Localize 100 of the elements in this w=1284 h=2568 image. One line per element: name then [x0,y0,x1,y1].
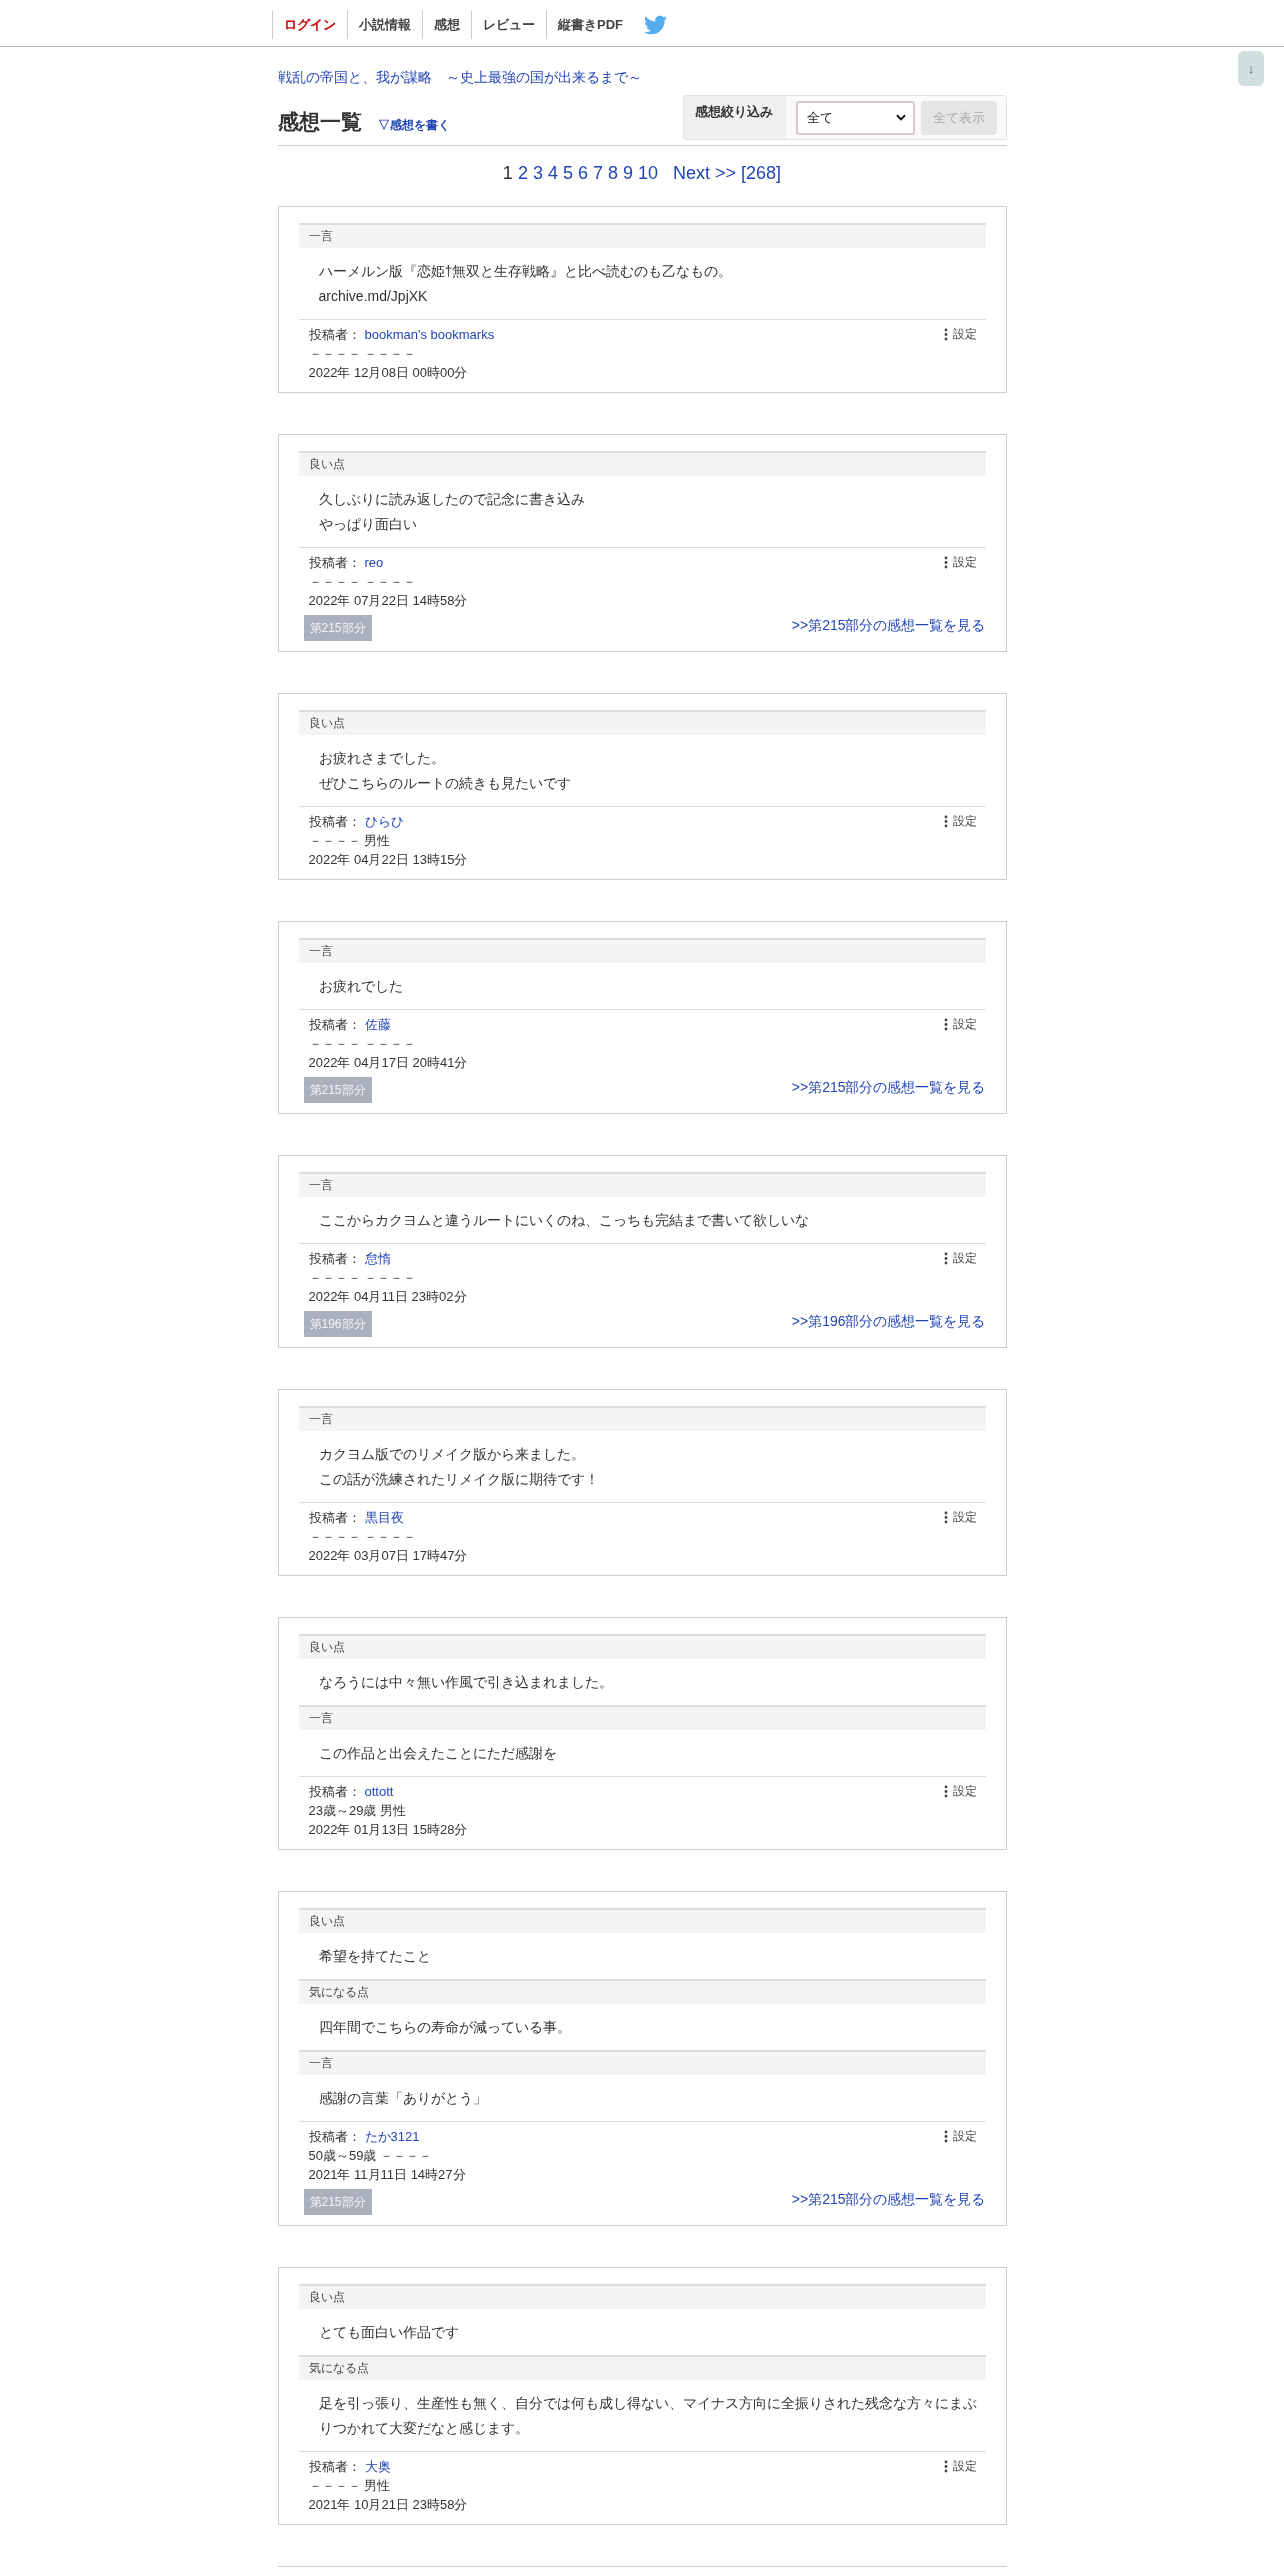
author-link[interactable]: ottott [364,1782,394,1801]
section-heading: 気になる点 [298,2355,986,2380]
episode-tag: 第196部分 [303,1311,372,1337]
page-link[interactable]: 8 [607,161,618,185]
profile-text: －－－－ －－－－ [308,1528,417,1546]
comment-text: 四年間でこちらの寿命が減っている事。 [318,2018,571,2037]
author-label: 投稿者： [308,1016,361,1034]
settings-button[interactable]: 設定 [943,1249,977,1268]
section-heading: 一言 [298,223,986,248]
episode-reviews-link[interactable]: >>第196部分の感想一覧を見る [791,1311,986,1331]
chevron-icon [895,114,906,121]
page-link[interactable]: 2 [517,161,528,185]
next-page-link[interactable]: Next >> [673,161,737,185]
nav-link[interactable]: レビュー [471,10,546,39]
section-heading: 良い点 [298,451,986,476]
page-link[interactable]: 9 [623,161,633,185]
author-link[interactable]: bookman's bookmarks [364,325,495,344]
section-heading: 一言 [298,2050,986,2075]
profile-text: 23歳～29歳 男性 [308,1802,407,1820]
profile-text: 50歳～59歳 －－－－ [308,2147,433,2165]
author-label: 投稿者： [308,326,361,344]
settings-button[interactable]: 設定 [943,1508,977,1527]
comment-text: この話が洗練されたリメイク版に期待です！ [318,1470,599,1489]
episode-reviews-link[interactable]: >>第215部分の感想一覧を見る [791,615,986,635]
comment-text: なろうには中々無い作風で引き込まれました。 [318,1673,613,1692]
nav-link[interactable]: 感想 [422,10,471,39]
author-label: 投稿者： [308,554,361,572]
post-date: 2021年 10月21日 23時58分 [308,2496,468,2514]
settings-button[interactable]: 設定 [943,1015,977,1034]
section-heading: 良い点 [298,710,986,735]
section-heading: 気になる点 [298,1979,986,2004]
novel-title-link[interactable]: 戦乱の帝国と、我が謀略 ～史上最強の国が出来るまで～ [277,69,642,85]
kebab-icon [943,328,948,341]
comment-text: 久しぶりに読み返したので記念に書き込み [318,490,585,509]
episode-reviews-link[interactable]: >>第215部分の感想一覧を見る [791,1077,986,1097]
author-link[interactable]: 黒目夜 [364,1508,404,1527]
author-label: 投稿者： [308,1250,361,1268]
settings-button[interactable]: 設定 [943,553,977,572]
settings-button[interactable]: 設定 [943,2457,977,2476]
comment-text: お疲れでした [318,977,403,996]
comment-text: カクヨム版でのリメイク版から来ました。 [318,1445,585,1464]
profile-text: －－－－ 男性 [308,832,391,850]
post-date: 2022年 04月22日 13時15分 [308,851,468,869]
page-link[interactable]: 10 [638,161,659,185]
page-link[interactable]: 3 [532,161,543,185]
section-heading: 一言 [298,1406,986,1431]
comment-text: お疲れさまでした。 [318,749,445,768]
author-link[interactable]: 怠惰 [364,1249,391,1268]
profile-text: －－－－ －－－－ [308,345,417,363]
settings-button[interactable]: 設定 [943,2127,977,2146]
page-link[interactable]: 6 [577,161,588,185]
nav-link[interactable]: 縦書きPDF [546,10,634,39]
filter-label: 感想絞り込み [683,96,786,139]
profile-text: －－－－ 男性 [308,2477,391,2495]
kebab-icon [943,556,948,569]
scroll-down-button[interactable]: ↓ [1238,51,1264,86]
bird-icon[interactable] [644,14,667,35]
section-heading: 良い点 [298,2284,986,2309]
comment-text: やっぱり面白い [318,515,417,534]
post-date: 2022年 04月11日 23時02分 [308,1288,467,1306]
author-link[interactable]: reo [364,553,384,572]
comment-text: 希望を持てたこと [318,1947,431,1966]
page-link[interactable]: 4 [547,161,558,185]
profile-text: －－－－ －－－－ [308,1035,417,1053]
page-heading: 感想一覧 [277,108,362,135]
episode-reviews-link[interactable]: >>第215部分の感想一覧を見る [791,2189,986,2209]
filter-dropdown[interactable]: 全て [795,100,915,135]
write-review-link[interactable]: ▽感想を書く [377,116,450,134]
author-link[interactable]: 佐藤 [364,1015,391,1034]
kebab-icon [943,2130,948,2143]
kebab-icon [943,1785,948,1798]
post-date: 2022年 01月13日 15時28分 [308,1821,468,1839]
settings-button[interactable]: 設定 [943,325,977,344]
post-date: 2022年 03月07日 17時47分 [308,1547,468,1565]
kebab-icon [943,2460,948,2473]
episode-tag: 第215部分 [303,2189,372,2215]
settings-button[interactable]: 設定 [943,812,977,831]
author-link[interactable]: ひらひ [364,812,404,831]
post-date: 2022年 12月08日 00時00分 [308,364,468,382]
comment-text: 足を引っ張り、生産性も無く、自分では何も成し得ない、マイナス方向に全振りされた残念な方々にまぶりつかれて大変だなと感じます。 [318,2394,978,2438]
section-heading: 一言 [298,1705,986,1730]
page-link[interactable]: 7 [592,161,603,185]
author-label: 投稿者： [308,2128,361,2146]
settings-button[interactable]: 設定 [943,1782,977,1801]
author-link[interactable]: たか3121 [364,2127,420,2146]
comment-text: ぜひこちらのルートの続きも見たいです [318,774,571,793]
comment-text: 感謝の言葉「ありがとう」 [318,2089,487,2108]
page-link[interactable]: 5 [562,161,573,185]
author-link[interactable]: 大奥 [364,2457,391,2476]
kebab-icon [943,1018,948,1031]
author-label: 投稿者： [308,1509,361,1527]
kebab-icon [943,1252,948,1265]
nav-link[interactable]: 小説情報 [347,10,422,39]
section-heading: 良い点 [298,1634,986,1659]
comment-text: ここからカクヨムと違うルートにいくのね、こっちも完結まで書いて欲しいな [318,1211,809,1230]
author-label: 投稿者： [308,1783,361,1801]
last-page-link[interactable]: [268] [741,161,782,185]
comment-text: archive.md/JpjXK [318,287,428,306]
comment-text: とても面白い作品です [318,2323,459,2342]
login-link[interactable]: ログイン [272,10,347,39]
